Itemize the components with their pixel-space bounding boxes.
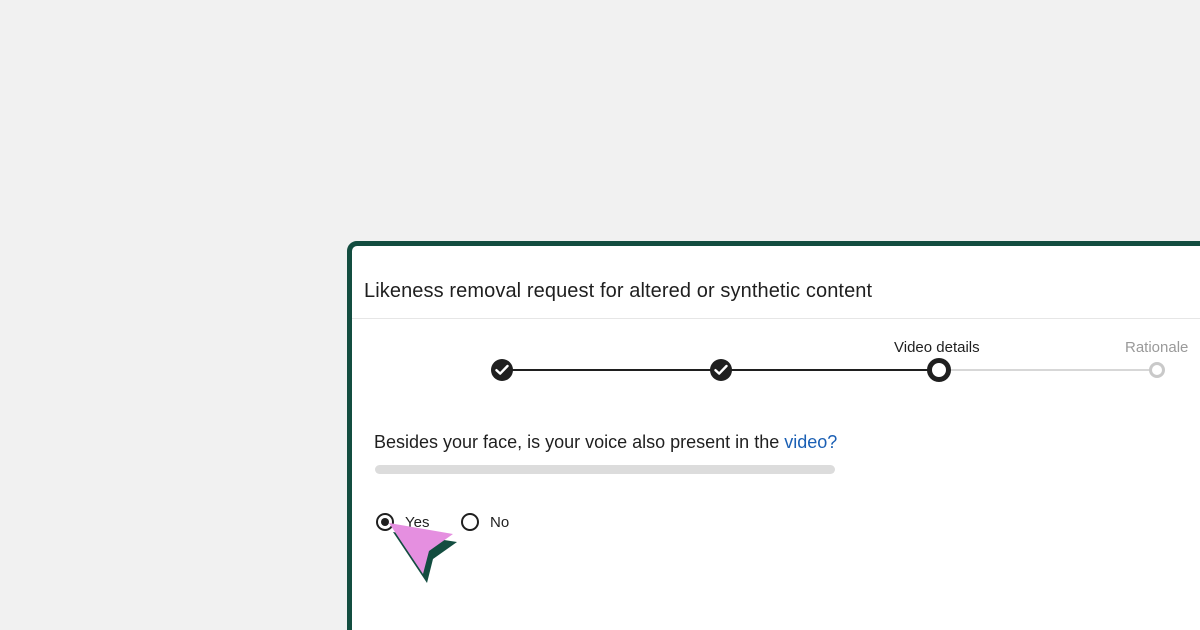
- radio-yes-circle[interactable]: [376, 513, 394, 531]
- step-2-completed[interactable]: [710, 359, 732, 381]
- voice-question: Besides your face, is your voice also pr…: [374, 432, 837, 453]
- radio-no-label: No: [490, 513, 510, 531]
- check-icon: [495, 364, 509, 375]
- question-text: Besides your face, is your voice also pr…: [374, 432, 785, 452]
- step-label-video-details: Video details: [894, 339, 980, 356]
- request-dialog: Likeness removal request for altered or …: [347, 241, 1200, 630]
- step-4-pending[interactable]: [1149, 362, 1165, 378]
- radio-no-circle[interactable]: [461, 513, 479, 531]
- step-3-current[interactable]: [927, 358, 951, 382]
- step-connector-2: [722, 369, 940, 371]
- radio-no[interactable]: No: [461, 510, 509, 534]
- step-connector-3: [950, 369, 1158, 371]
- video-link[interactable]: video?: [784, 432, 837, 452]
- radio-yes-label: Yes: [405, 513, 430, 531]
- stage: Likeness removal request for altered or …: [0, 0, 1200, 630]
- placeholder-text-bar: [375, 465, 835, 474]
- progress-stepper: Video details Rationale: [352, 246, 1200, 396]
- step-connector-1: [502, 369, 722, 371]
- step-1-completed[interactable]: [491, 359, 513, 381]
- radio-yes[interactable]: Yes: [376, 510, 429, 534]
- step-label-rationale: Rationale: [1125, 339, 1189, 356]
- check-icon: [714, 364, 728, 375]
